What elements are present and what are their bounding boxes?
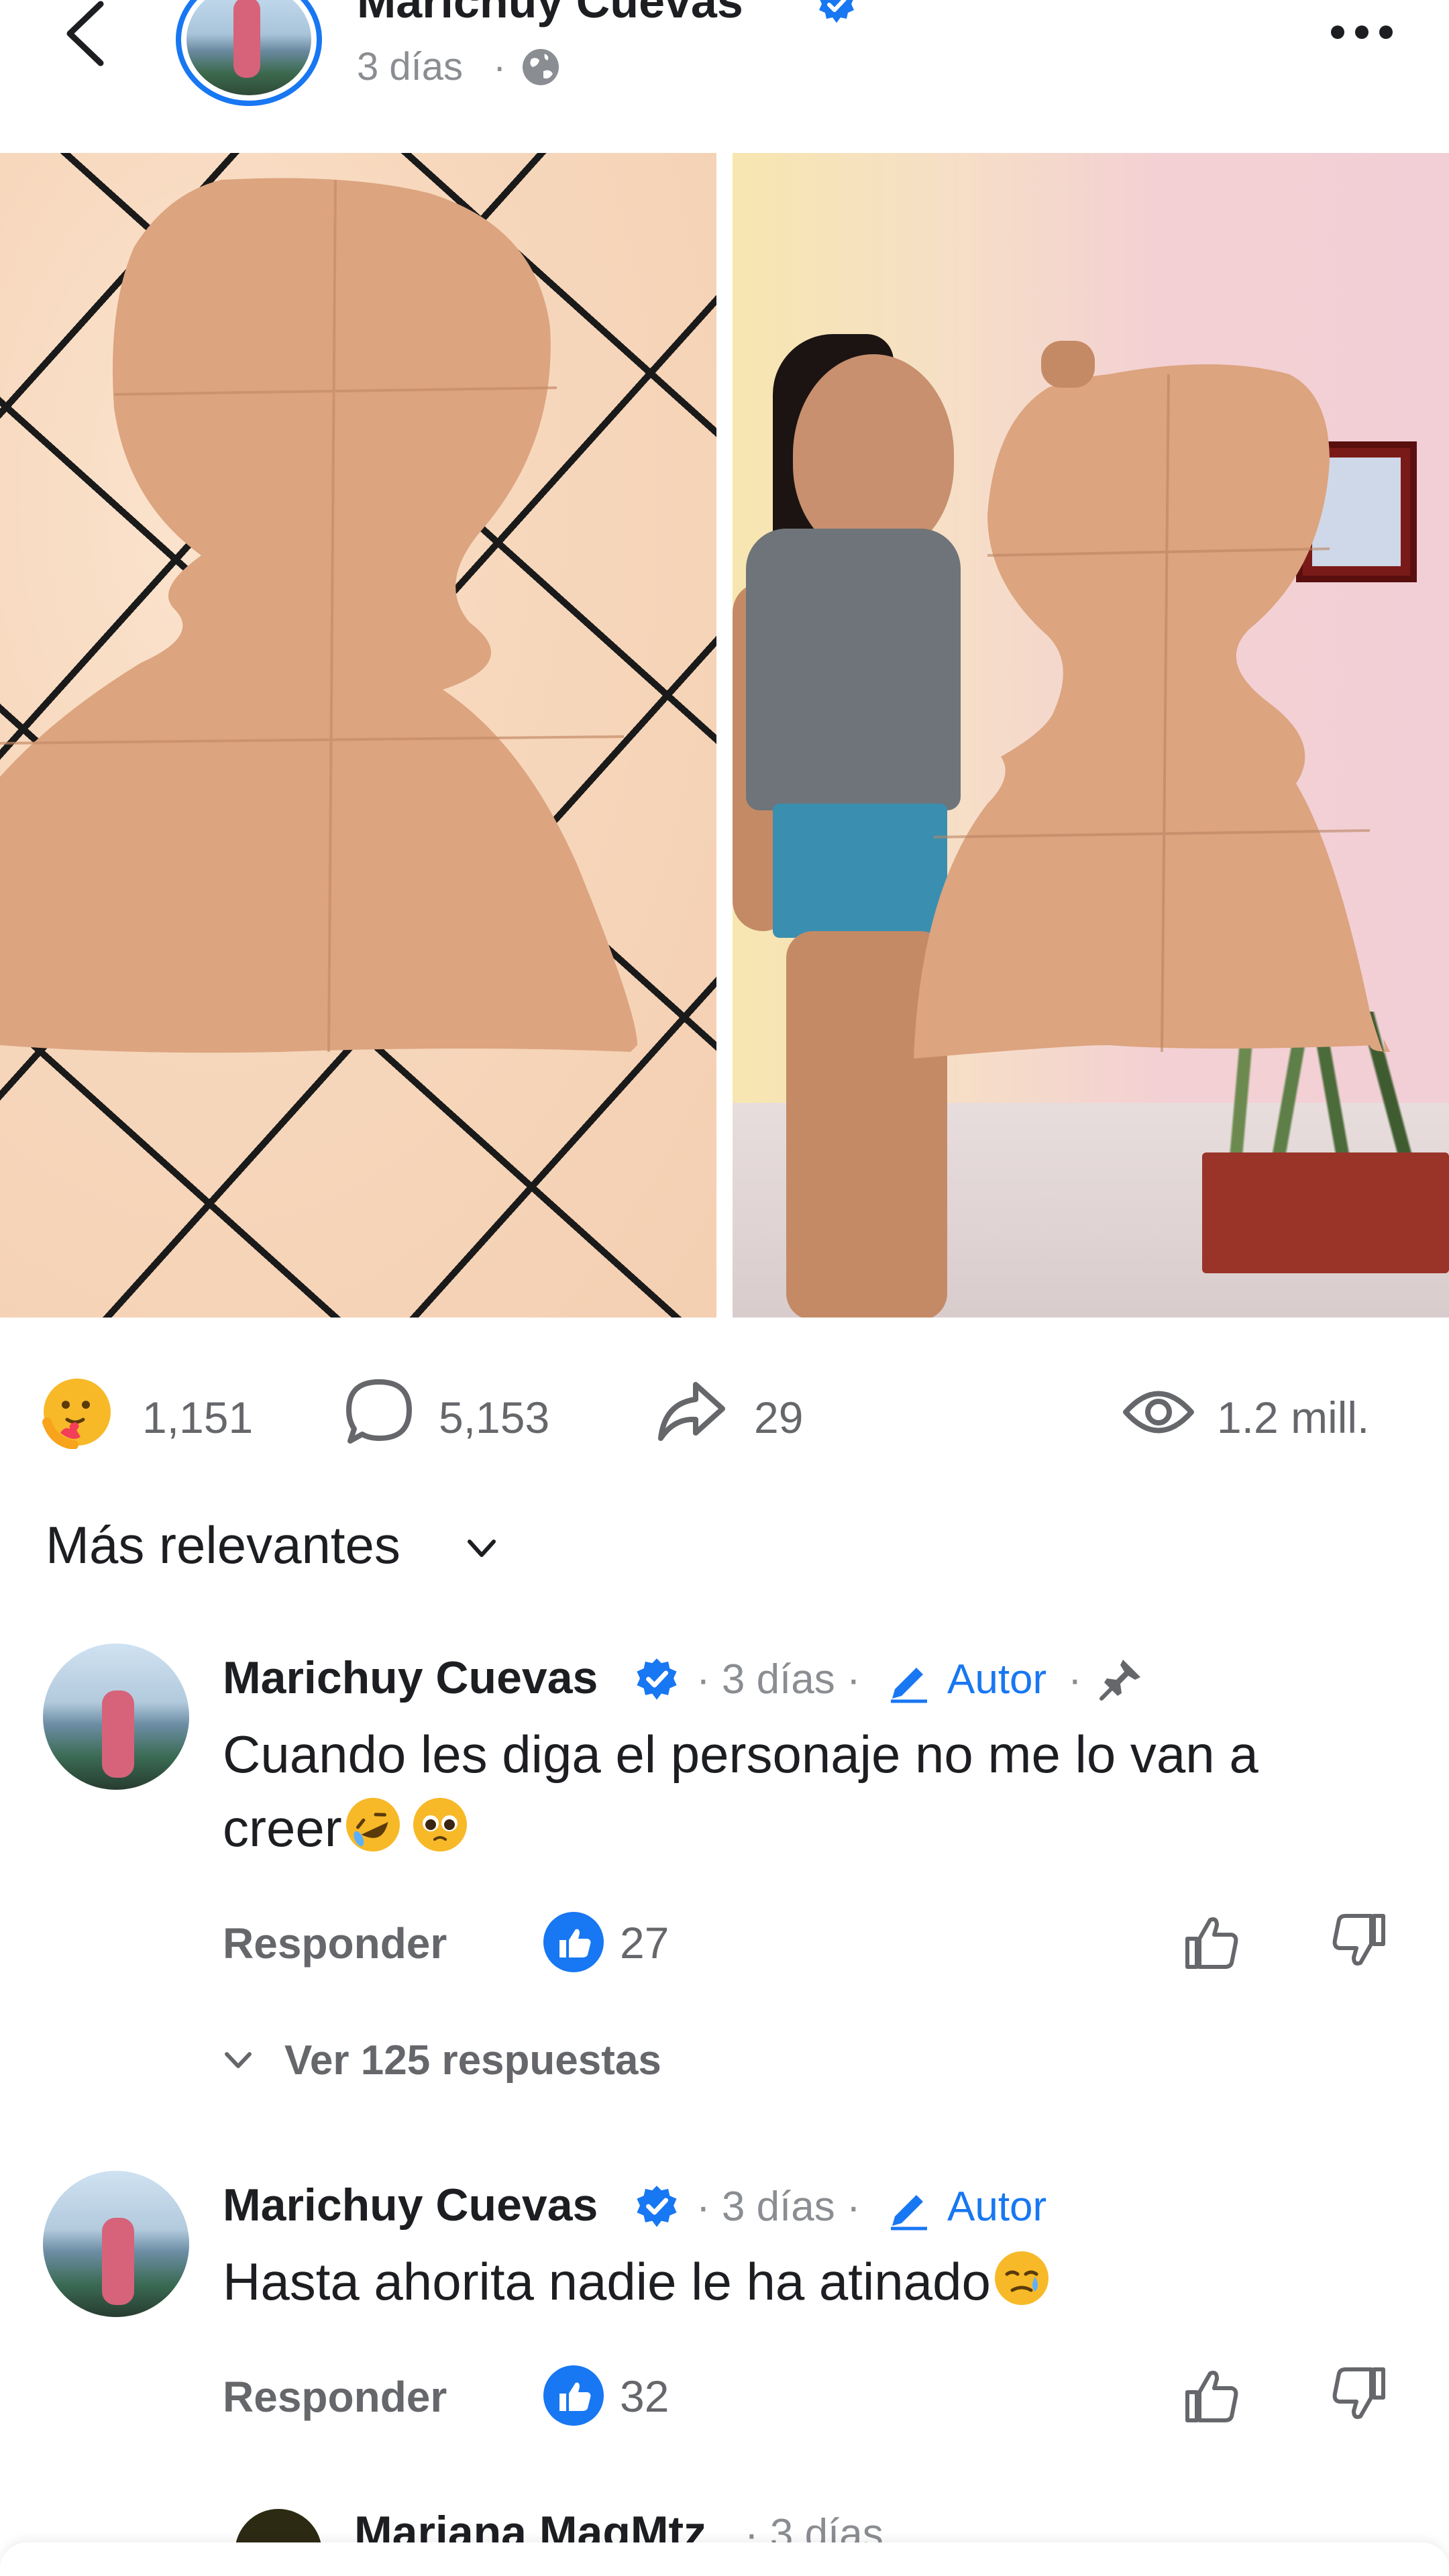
thumbs-down-icon[interactable] xyxy=(1328,1911,1390,1972)
post-author-name[interactable]: Marichuy Cuevas xyxy=(357,0,743,28)
reactions-count[interactable]: 1,151 xyxy=(142,1392,253,1443)
author-avatar[interactable] xyxy=(176,0,322,106)
reply-button[interactable]: Responder xyxy=(223,2372,447,2422)
like-count[interactable]: 32 xyxy=(620,2371,669,2422)
tear-smile-emoji-icon xyxy=(994,2251,1049,2305)
comment-timestamp[interactable]: · 3 días · xyxy=(696,1656,861,1703)
comment-text: Hasta ahorita nadie le ha atinado xyxy=(223,2252,991,2311)
author-tag: Autor xyxy=(947,1656,1047,1703)
eye-icon xyxy=(1123,1391,1194,1434)
comment-text-line-1: Cuando les diga el personaje no me lo va… xyxy=(223,1725,1258,1784)
view-replies-link[interactable]: Ver 125 respuestas xyxy=(284,2037,661,2084)
comment-icon[interactable] xyxy=(342,1375,416,1449)
thumbs-up-icon[interactable] xyxy=(1181,2364,1242,2426)
meta-separator: · xyxy=(493,45,506,89)
verified-badge-icon xyxy=(637,2186,677,2227)
views-count: 1.2 mill. xyxy=(1217,1393,1370,1442)
comment-text: creer xyxy=(223,1799,342,1858)
reply-button[interactable]: Responder xyxy=(223,1919,447,1968)
chevron-down-icon[interactable] xyxy=(463,1529,500,1567)
thumbs-up-icon[interactable] xyxy=(1181,1911,1242,1972)
comment-avatar[interactable] xyxy=(43,1644,189,1790)
verified-badge-icon xyxy=(637,1658,677,1700)
comments-count[interactable]: 5,153 xyxy=(439,1392,549,1443)
cardboard-cutout-held xyxy=(914,364,1390,1059)
like-count[interactable]: 27 xyxy=(620,1917,669,1968)
share-icon[interactable] xyxy=(654,1375,728,1449)
author-tag: Autor xyxy=(947,2184,1047,2230)
post-timestamp[interactable]: 3 días xyxy=(357,44,463,89)
more-horizontal-icon[interactable] xyxy=(1327,19,1397,46)
rofl-emoji-icon xyxy=(345,1798,400,1851)
globe-icon xyxy=(523,49,559,85)
comment-avatar[interactable] xyxy=(43,2171,189,2317)
shares-count[interactable]: 29 xyxy=(754,1392,803,1443)
like-reaction-icon xyxy=(543,1912,604,1972)
comment-sort-selector[interactable]: Más relevantes xyxy=(46,1515,400,1576)
bottom-sheet-edge xyxy=(0,2542,1449,2576)
comment-text-line-1: Hasta ahorita nadie le ha atinado xyxy=(223,2245,1053,2318)
pencil-icon xyxy=(891,1668,927,1703)
post-photo-cardboard[interactable] xyxy=(0,153,716,1318)
comment-timestamp[interactable]: · 3 días · xyxy=(696,2183,861,2231)
like-reaction-icon xyxy=(543,2365,604,2426)
comment-author-name[interactable]: Marichuy Cuevas xyxy=(223,1652,598,1704)
cardboard-cutout-shape xyxy=(0,178,637,1053)
post-photo-person[interactable] xyxy=(733,153,1449,1318)
chevron-down-icon[interactable] xyxy=(221,2043,255,2077)
verified-badge-icon xyxy=(819,0,854,23)
back-button[interactable] xyxy=(59,0,119,74)
thumbs-down-icon[interactable] xyxy=(1328,2364,1390,2426)
comment-author-name[interactable]: Marichuy Cuevas xyxy=(223,2179,598,2231)
pencil-icon xyxy=(891,2195,927,2231)
comment-text-line-2: creer xyxy=(223,1791,471,1865)
pin-icon xyxy=(1099,1660,1140,1701)
chevron-left-icon xyxy=(66,1,104,66)
pleading-emoji-icon xyxy=(413,1798,467,1851)
meta-separator: · xyxy=(1068,1656,1082,1703)
reactions-summary[interactable] xyxy=(40,1375,114,1452)
avatar-photo xyxy=(186,0,311,95)
person-hand xyxy=(1041,341,1095,388)
care-reaction-icon xyxy=(42,1379,111,1450)
